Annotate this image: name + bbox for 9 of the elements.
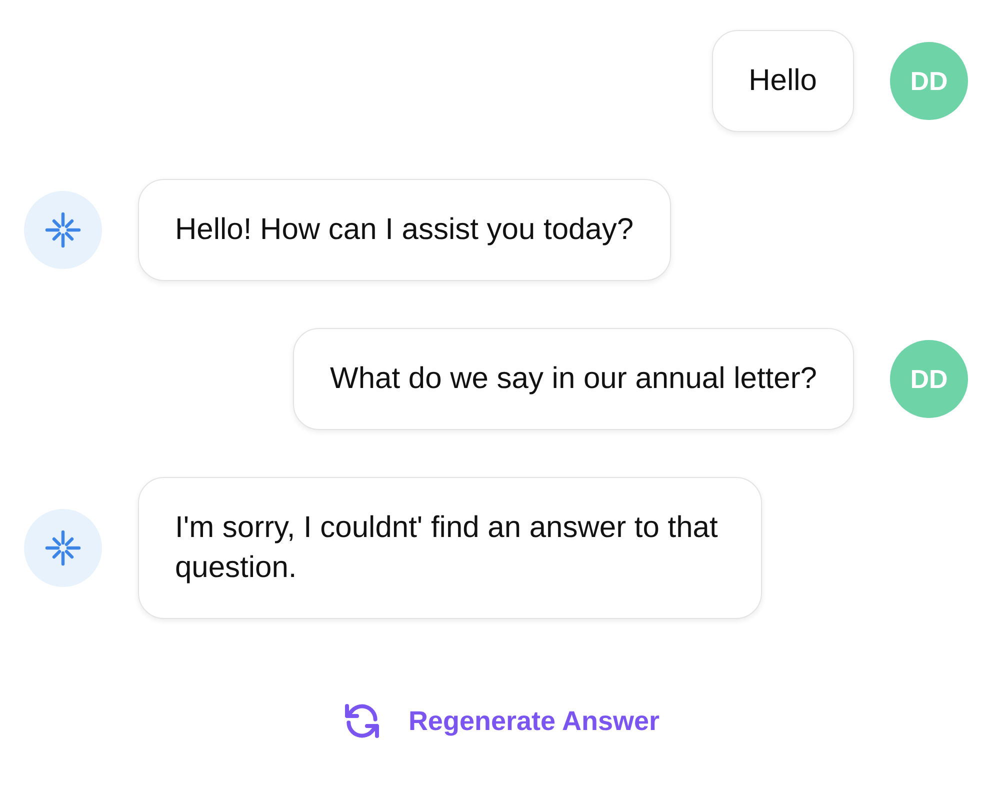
message-bubble: Hello <box>712 30 854 132</box>
message-bubble: I'm sorry, I couldnt' find an answer to that question. <box>138 477 762 619</box>
regenerate-button[interactable]: Regenerate Answer <box>342 701 660 741</box>
burst-icon <box>45 530 81 566</box>
burst-icon <box>45 212 81 248</box>
user-avatar: DD <box>890 340 968 418</box>
message-bubble: Hello! How can I assist you today? <box>138 179 671 281</box>
message-bubble: What do we say in our annual letter? <box>293 328 854 430</box>
user-avatar: DD <box>890 42 968 120</box>
